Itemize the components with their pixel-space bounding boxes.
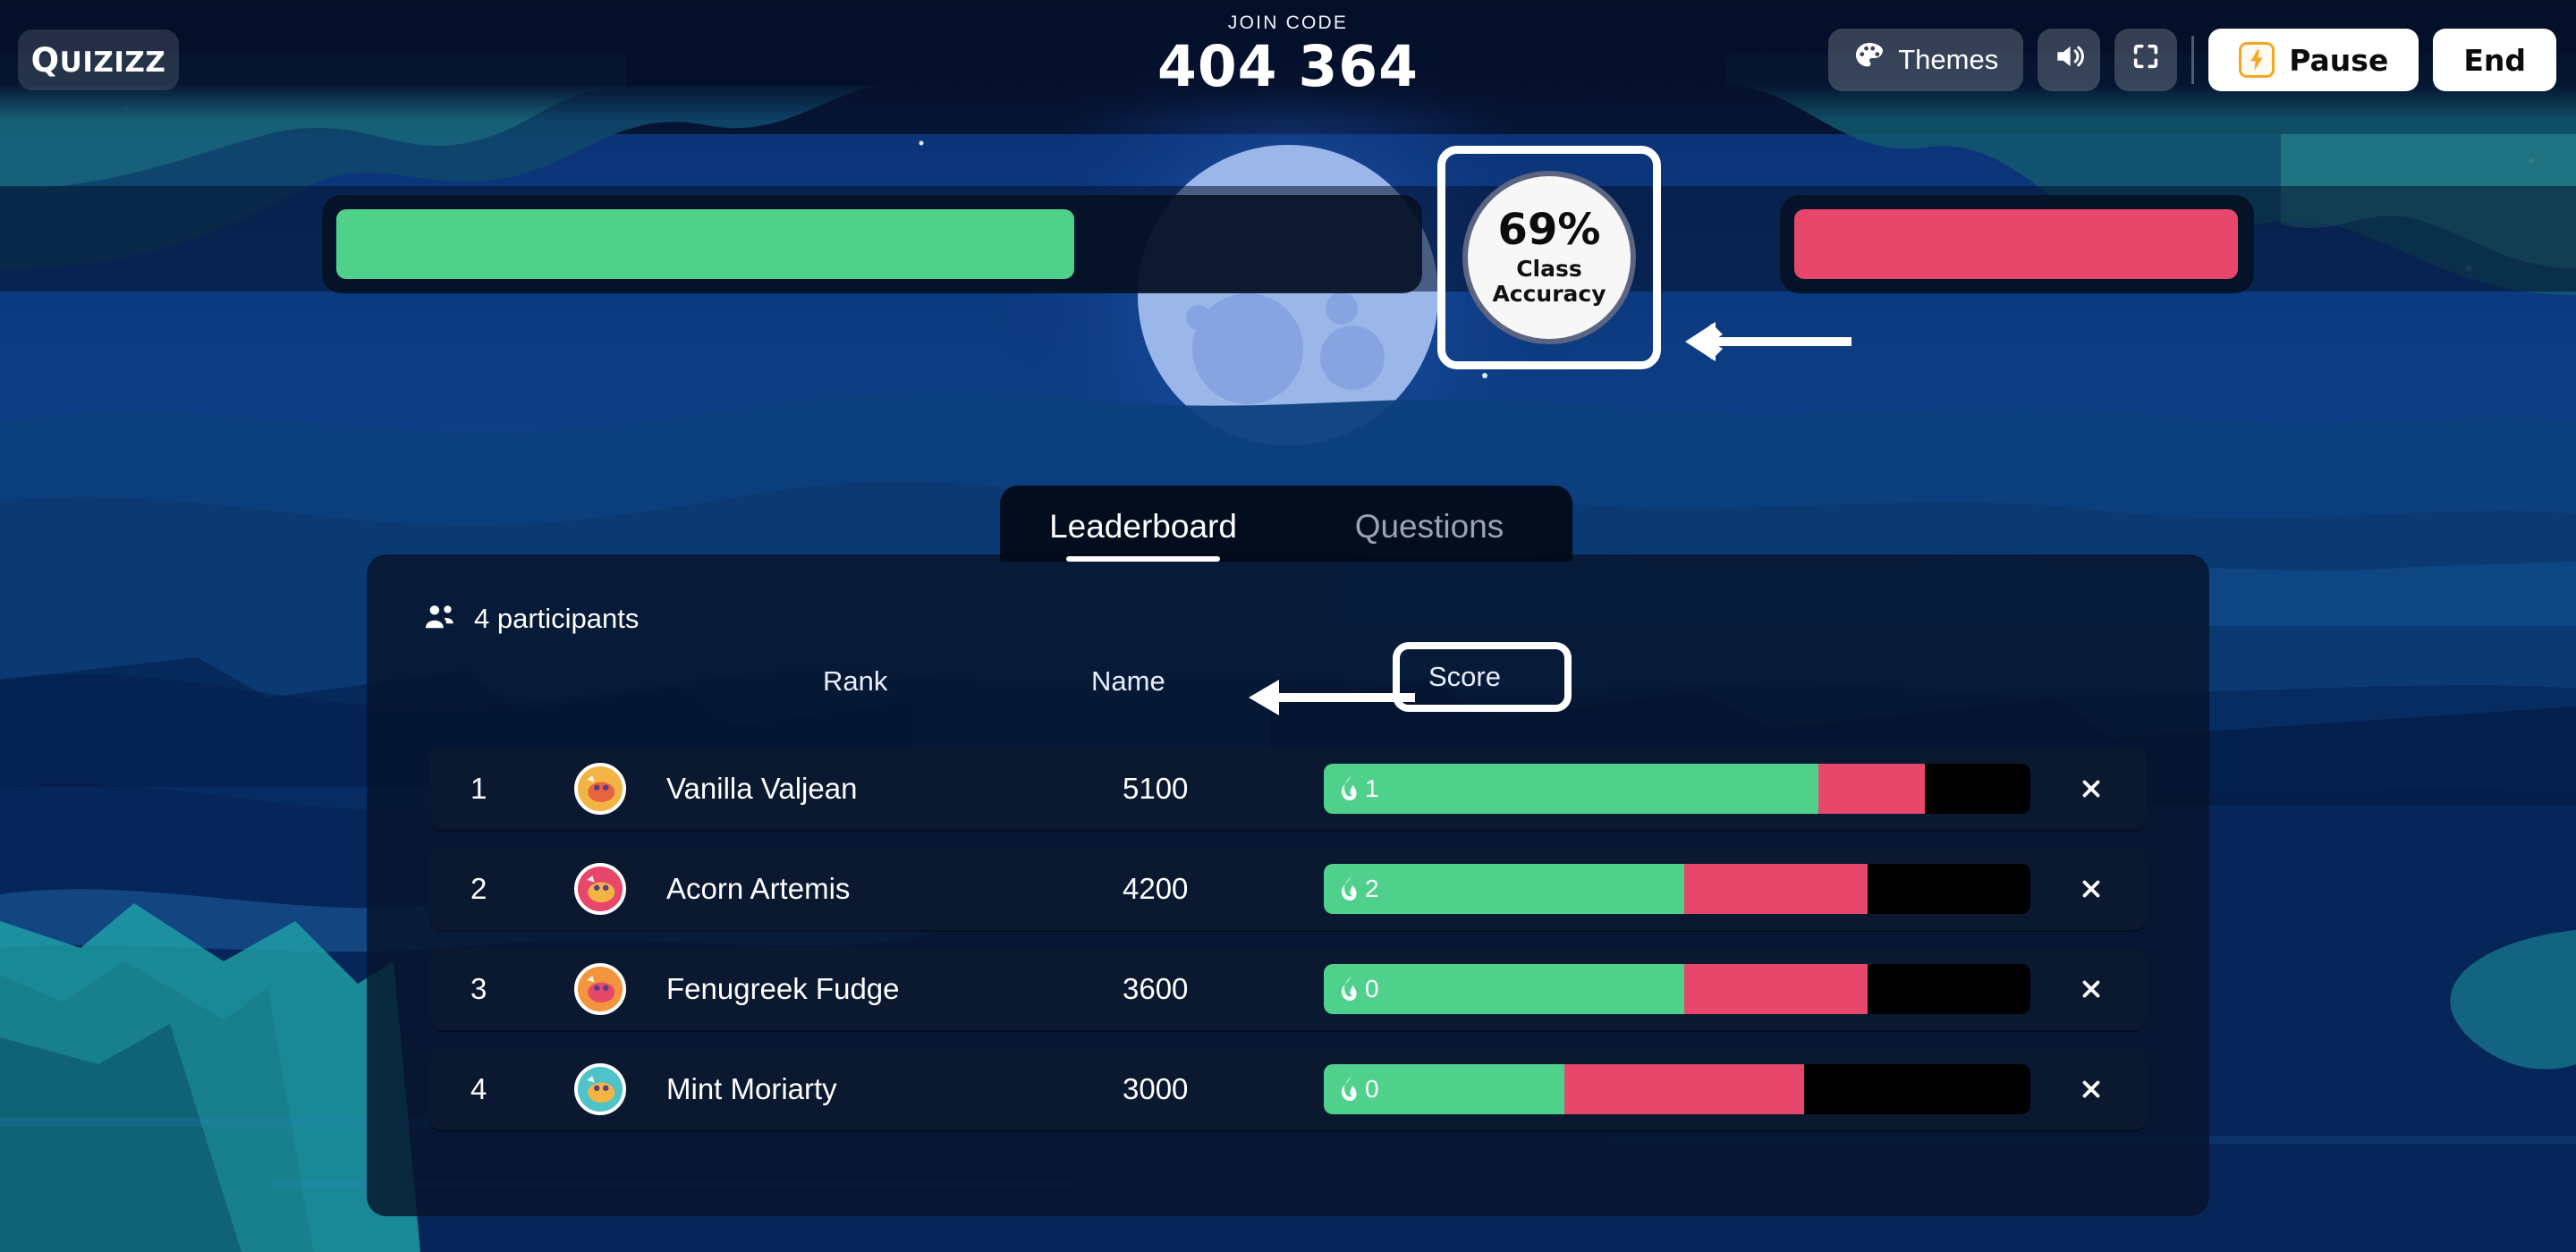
volume-button[interactable]: [2038, 29, 2101, 91]
row-incorrect-segment: [1683, 864, 1868, 914]
row-streak-count: 1: [1365, 774, 1379, 802]
remove-participant-button[interactable]: [2072, 769, 2111, 808]
table-row[interactable]: 4 Mint Moriarty 3000 0: [429, 1048, 2147, 1130]
class-correct-bar-fill: [336, 209, 1075, 279]
avatar: [574, 763, 626, 815]
avatar: [574, 863, 626, 915]
row-name: Mint Moriarty: [666, 1072, 837, 1105]
flame-icon: [1338, 773, 1361, 805]
row-score: 4200: [1123, 872, 1189, 905]
row-incorrect-segment: [1683, 964, 1868, 1014]
column-header-score-label: Score: [1428, 661, 1501, 692]
themes-button-label: Themes: [1898, 44, 1999, 75]
row-rank: 3: [470, 972, 487, 1005]
speaker-icon: [2052, 39, 2086, 80]
top-bar: QUIZIZZ JOIN CODE 404 364 Themes Pause E…: [0, 0, 2576, 121]
join-code-value: 404 364: [1157, 34, 1419, 99]
tab-questions-label: Questions: [1354, 508, 1504, 545]
row-answer-bar: 0: [1324, 964, 2030, 1014]
join-code-block: JOIN CODE 404 364: [1069, 13, 1507, 97]
score-arrow: [1245, 675, 1415, 720]
tab-leaderboard-label: Leaderboard: [1049, 508, 1237, 545]
control-divider: [2191, 36, 2195, 84]
quizizz-game-screen: QUIZIZZ JOIN CODE 404 364 Themes Pause E…: [0, 0, 2576, 1252]
fullscreen-icon: [2131, 41, 2161, 79]
row-answer-bar: 0: [1324, 1064, 2030, 1114]
table-row[interactable]: 1 Vanilla Valjean 5100 1: [429, 748, 2147, 830]
flame-icon: [1338, 973, 1361, 1005]
table-row[interactable]: 3 Fenugreek Fudge 3600 0: [429, 948, 2147, 1030]
row-rank: 2: [470, 872, 487, 905]
table-row[interactable]: 2 Acorn Artemis 4200 2: [429, 848, 2147, 930]
row-incorrect-segment: [1563, 1064, 1805, 1114]
avatar: [574, 1063, 626, 1115]
accuracy-percent: 69%: [1497, 205, 1601, 255]
tab-questions[interactable]: Questions: [1286, 508, 1572, 562]
row-correct-segment: 0: [1324, 964, 1684, 1014]
column-header-rank: Rank: [823, 665, 888, 697]
row-answer-bar: 1: [1324, 764, 2030, 814]
row-answer-bar: 2: [1324, 864, 2030, 914]
row-correct-segment: 0: [1324, 1064, 1564, 1114]
lightning-bolt-icon: [2239, 42, 2275, 78]
quizizz-logo[interactable]: QUIZIZZ: [18, 30, 179, 90]
content-tabs: Leaderboard Questions: [1000, 486, 1572, 562]
participants-count: 4 participants: [474, 603, 640, 634]
row-correct-segment: 1: [1324, 764, 1818, 814]
remove-participant-button[interactable]: [2072, 869, 2111, 909]
row-rank: 4: [470, 1072, 487, 1105]
leaderboard-rows: 1 Vanilla Valjean 5100 1 2 Acorn Artemis 4200 2…: [429, 748, 2147, 1148]
accuracy-arrow: [1682, 315, 1852, 368]
row-name: Fenugreek Fudge: [666, 972, 900, 1005]
join-code-label: JOIN CODE: [1227, 13, 1349, 33]
row-name: Vanilla Valjean: [666, 772, 858, 805]
fullscreen-button[interactable]: [2114, 29, 2178, 91]
class-accuracy-widget[interactable]: 69% Class Accuracy: [1437, 146, 1661, 369]
remove-participant-button[interactable]: [2072, 1070, 2111, 1109]
logo-text: QUIZIZZ: [30, 40, 166, 80]
row-score: 3000: [1123, 1072, 1189, 1105]
class-incorrect-bar-fill: [1794, 209, 2238, 279]
row-name: Acorn Artemis: [666, 872, 851, 905]
column-header-name: Name: [1091, 665, 1165, 697]
row-rank: 1: [470, 772, 487, 805]
flame-icon: [1338, 1073, 1361, 1105]
row-incorrect-segment: [1818, 764, 1925, 814]
tab-leaderboard[interactable]: Leaderboard: [1000, 508, 1286, 562]
pause-button-label: Pause: [2289, 42, 2389, 78]
remove-participant-button[interactable]: [2072, 969, 2111, 1009]
class-incorrect-bar-track: [1780, 195, 2254, 293]
people-icon: [422, 603, 458, 636]
pause-button[interactable]: Pause: [2208, 29, 2419, 91]
class-correct-bar-track: [322, 195, 1422, 293]
header-controls: Themes Pause End: [1828, 29, 2556, 91]
avatar: [574, 963, 626, 1015]
row-streak-count: 2: [1365, 875, 1379, 902]
themes-button[interactable]: Themes: [1828, 29, 2024, 91]
flame-icon: [1338, 873, 1361, 905]
end-button-label: End: [2463, 42, 2526, 78]
row-streak-count: 0: [1365, 1075, 1379, 1103]
row-streak-count: 0: [1365, 975, 1379, 1002]
palette-icon: [1853, 40, 1885, 80]
participants-header: 4 participants: [367, 554, 2209, 653]
end-button[interactable]: End: [2433, 29, 2556, 91]
column-header-score[interactable]: Score: [1393, 642, 1572, 712]
row-score: 5100: [1123, 772, 1189, 805]
row-correct-segment: 2: [1324, 864, 1684, 914]
accuracy-circle: 69% Class Accuracy: [1462, 171, 1636, 344]
accuracy-label: Class Accuracy: [1492, 256, 1606, 307]
leaderboard-panel: 4 participants Rank Name Score 1 Vanilla …: [367, 554, 2209, 1216]
row-score: 3600: [1123, 972, 1189, 1005]
